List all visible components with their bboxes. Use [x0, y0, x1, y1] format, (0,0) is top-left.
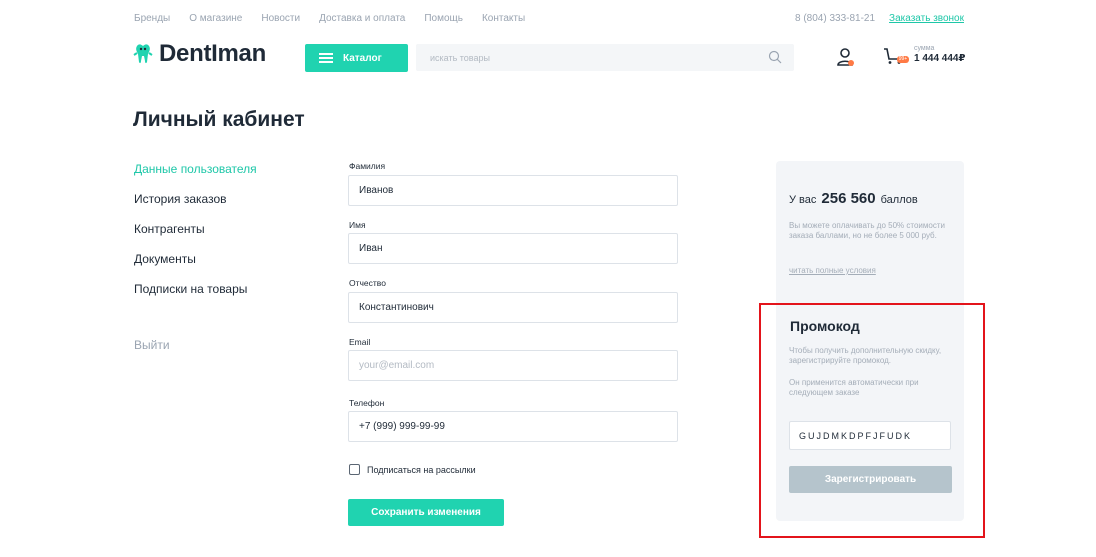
- patronymic-field[interactable]: [348, 292, 678, 323]
- subscribe-label: Подписаться на рассылки: [367, 464, 476, 475]
- first-name-label: Имя: [349, 220, 366, 230]
- sum-value: 1 444 444₽: [914, 53, 966, 64]
- callback-link[interactable]: Заказать звонок: [889, 13, 964, 24]
- top-nav: Бренды О магазине Новости Доставка и опл…: [134, 13, 544, 24]
- highlight-frame: [759, 303, 985, 538]
- nav-link-help[interactable]: Помощь: [424, 13, 463, 24]
- cart-sum[interactable]: сумма 1 444 444₽: [914, 45, 965, 64]
- nav-link-delivery[interactable]: Доставка и оплата: [319, 13, 405, 24]
- nav-link-brands[interactable]: Бренды: [134, 13, 170, 24]
- sidebar-item-order-history[interactable]: История заказов: [134, 192, 257, 222]
- sidebar-item-subscriptions[interactable]: Подписки на товары: [134, 282, 257, 312]
- sidebar-item-documents[interactable]: Документы: [134, 252, 257, 282]
- phone-label: Телефон: [349, 398, 385, 408]
- catalog-label: Каталог: [343, 52, 382, 64]
- search-bar: [416, 44, 794, 71]
- sidebar-item-user-data[interactable]: Данные пользователя: [134, 162, 257, 192]
- menu-icon: [319, 51, 333, 65]
- bonus-points: 256 560: [821, 190, 876, 207]
- subscribe-checkbox[interactable]: [349, 464, 360, 475]
- sidebar-item-counterparties[interactable]: Контрагенты: [134, 222, 257, 252]
- tooth-mascot-icon: [133, 44, 153, 64]
- subscribe-option[interactable]: Подписаться на рассылки: [349, 464, 476, 475]
- nav-link-news[interactable]: Новости: [261, 13, 300, 24]
- bonus-prefix: У вас: [789, 194, 817, 206]
- nav-link-about[interactable]: О магазине: [189, 13, 242, 24]
- logo[interactable]: DentIman: [133, 40, 266, 68]
- phone-field[interactable]: [348, 411, 678, 442]
- sidebar-menu: Данные пользователя История заказов Конт…: [134, 162, 257, 312]
- bonus-terms-link[interactable]: читать полные условия: [789, 266, 876, 275]
- email-label: Email: [349, 337, 371, 347]
- first-name-field[interactable]: [348, 233, 678, 264]
- last-name-field[interactable]: [348, 175, 678, 206]
- bonus-suffix: баллов: [880, 194, 918, 206]
- phone-number[interactable]: 8 (804) 333-81-21: [795, 13, 875, 24]
- bonus-balance: У вас 256 560 баллов: [789, 190, 918, 207]
- catalog-button[interactable]: Каталог: [305, 44, 408, 72]
- search-input[interactable]: [416, 44, 746, 71]
- last-name-label: Фамилия: [349, 161, 386, 171]
- email-field[interactable]: [348, 350, 678, 381]
- logout-link[interactable]: Выйти: [134, 338, 170, 352]
- search-icon[interactable]: [768, 50, 782, 64]
- patronymic-label: Отчество: [349, 278, 386, 288]
- cart-badge: 99+: [897, 56, 909, 63]
- header-contacts: 8 (804) 333-81-21 Заказать звонок: [795, 13, 964, 24]
- logo-text: DentIman: [159, 40, 266, 67]
- save-button[interactable]: Сохранить изменения: [348, 499, 504, 526]
- nav-link-contacts[interactable]: Контакты: [482, 13, 525, 24]
- sum-label: сумма: [914, 45, 935, 52]
- bonus-description: Вы можете оплачивать до 50% стоимости за…: [789, 221, 945, 240]
- user-icon[interactable]: [835, 47, 855, 67]
- page-title: Личный кабинет: [133, 108, 305, 131]
